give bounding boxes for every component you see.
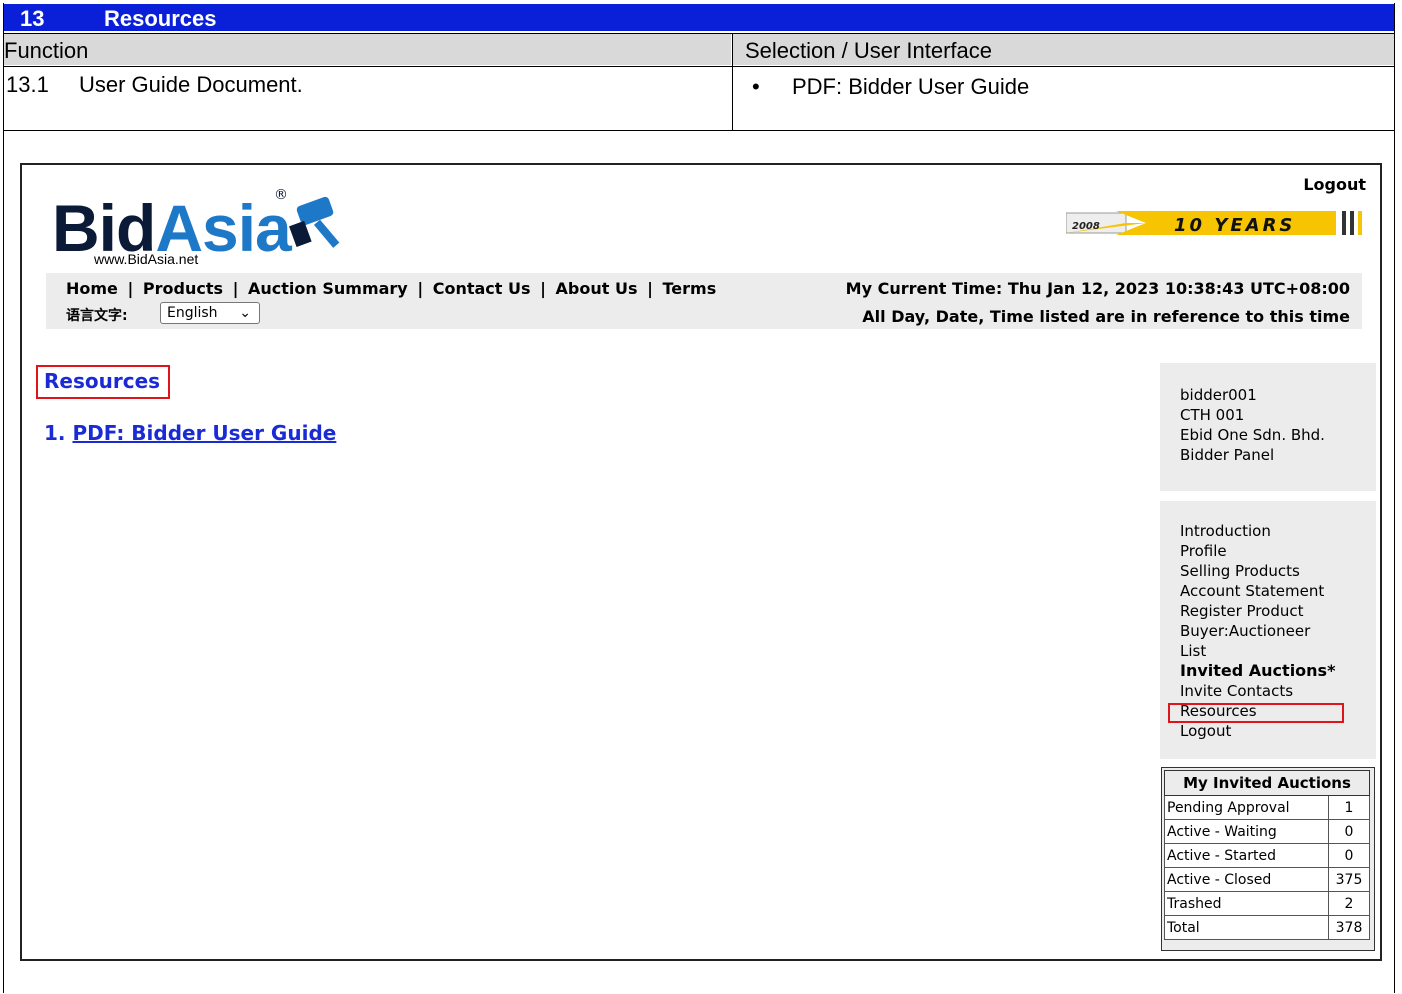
pdf-user-guide-link[interactable]: PDF: Bidder User Guide	[72, 421, 336, 445]
table-row: Trashed 2	[1164, 891, 1370, 916]
menu-selling-products[interactable]: Selling Products	[1180, 561, 1350, 581]
nav-bar: Home | Products | Auction Summary | Cont…	[46, 273, 1362, 329]
table-border-left	[3, 3, 4, 993]
section-header: 13 Resources	[4, 4, 1394, 31]
user-code: CTH 001	[1180, 406, 1245, 424]
table-row: Active - Closed 375	[1164, 867, 1370, 892]
gavel-icon	[289, 196, 340, 248]
registered-mark: ®	[274, 187, 288, 203]
resource-item: 1. PDF: Bidder User Guide	[44, 421, 336, 445]
ten-years-banner: 2008 10 YEARS	[1066, 211, 1362, 236]
logo-url: www.BidAsia.net	[94, 251, 199, 267]
chevron-down-icon: ⌄	[239, 305, 251, 321]
menu-logout[interactable]: Logout	[1180, 721, 1350, 741]
username: bidder001	[1180, 386, 1257, 404]
menu-invited-auctions[interactable]: Invited Auctions*	[1180, 661, 1350, 681]
svg-text:10 YEARS: 10 YEARS	[1174, 215, 1295, 236]
table-row: Total 378	[1164, 915, 1370, 940]
nav-products[interactable]: Products	[143, 279, 223, 298]
resource-number: 1.	[44, 421, 66, 445]
menu-account-statement[interactable]: Account Statement	[1180, 581, 1350, 601]
row-number: 13.1	[6, 72, 49, 97]
column-header-function: Function	[4, 34, 731, 65]
bidasia-logo[interactable]: BidAsia ®	[38, 185, 358, 261]
table-row: Active - Waiting 0	[1164, 819, 1370, 844]
nav-auction-summary[interactable]: Auction Summary	[248, 279, 408, 298]
nav-terms[interactable]: Terms	[662, 279, 716, 298]
bullet: •	[752, 74, 760, 99]
table-row: Active - Started 0	[1164, 843, 1370, 868]
menu-buyer-auctioneer-list[interactable]: Buyer:Auctioneer List	[1180, 621, 1340, 661]
screenshot-frame: BidAsia ® www.BidAsia.net Logout 2008 10…	[20, 163, 1382, 961]
nav-about-us[interactable]: About Us	[556, 279, 638, 298]
section-number: 13	[20, 6, 45, 31]
table-line	[3, 130, 1395, 131]
section-title: Resources	[104, 6, 217, 31]
page-title: Resources	[36, 365, 171, 399]
menu-profile[interactable]: Profile	[1180, 541, 1350, 561]
time-note: All Day, Date, Time listed are in refere…	[862, 307, 1350, 326]
resources-highlight-box	[1168, 703, 1344, 723]
menu-introduction[interactable]: Introduction	[1180, 521, 1350, 541]
language-select[interactable]: English ⌄	[160, 302, 260, 324]
row-function-text: User Guide Document.	[79, 72, 303, 97]
table-line	[3, 66, 1395, 67]
invited-auctions-table: My Invited Auctions Pending Approval 1 Ac…	[1164, 770, 1370, 940]
user-info-panel: bidder001 CTH 001 Ebid One Sdn. Bhd. Bid…	[1160, 363, 1376, 491]
row-selection-text: PDF: Bidder User Guide	[792, 74, 1030, 99]
invited-auctions-title: My Invited Auctions	[1164, 770, 1370, 796]
logout-link-top[interactable]: Logout	[1303, 175, 1366, 194]
table-column-divider	[732, 33, 733, 130]
panel-type: Bidder Panel	[1180, 446, 1275, 464]
svg-text:2008: 2008	[1072, 221, 1100, 232]
nav-links: Home | Products | Auction Summary | Cont…	[66, 279, 717, 298]
table-border-right	[1394, 3, 1395, 993]
menu-invite-contacts[interactable]: Invite Contacts	[1180, 681, 1350, 701]
nav-home[interactable]: Home	[66, 279, 118, 298]
nav-contact-us[interactable]: Contact Us	[433, 279, 531, 298]
company-name: Ebid One Sdn. Bhd.	[1180, 426, 1325, 444]
menu-register-product[interactable]: Register Product	[1180, 601, 1350, 621]
language-value: English	[167, 305, 218, 321]
column-header-selection: Selection / User Interface	[733, 34, 1394, 65]
current-time: My Current Time: Thu Jan 12, 2023 10:38:…	[845, 279, 1350, 298]
table-row: Pending Approval 1	[1164, 795, 1370, 820]
language-label: 语言文字:	[66, 308, 128, 324]
table-line	[3, 33, 1395, 34]
